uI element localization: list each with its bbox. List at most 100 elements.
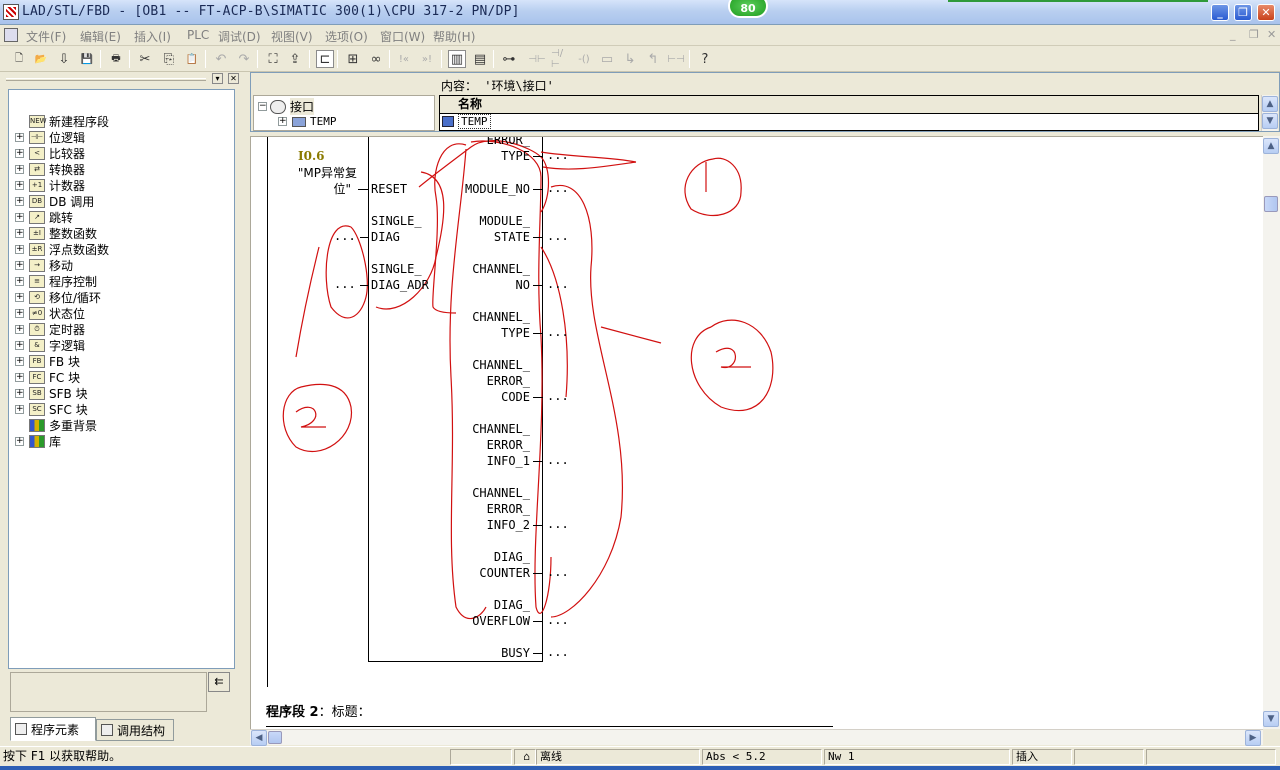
expand-icon[interactable]: + xyxy=(15,196,24,206)
interface-root-node[interactable]: − 接口 xyxy=(258,98,315,115)
editor-horizontal-scrollbar[interactable]: ◀ ▶ xyxy=(250,729,1263,746)
details-icon[interactable]: ▤ xyxy=(471,50,489,68)
output-parameter-placeholder[interactable]: ... xyxy=(547,229,569,243)
output-parameter-placeholder[interactable]: ... xyxy=(547,517,569,531)
expand-icon[interactable]: + xyxy=(15,260,24,270)
expand-icon[interactable]: + xyxy=(15,180,24,190)
expand-icon[interactable]: + xyxy=(278,117,287,126)
menu-help[interactable]: 帮助(H) xyxy=(433,28,475,45)
new-icon[interactable]: 🗋 xyxy=(10,50,28,68)
expand-icon[interactable]: + xyxy=(15,356,24,366)
menu-window[interactable]: 窗口(W) xyxy=(380,28,425,45)
tree-item-sfc-block[interactable]: + SC SFC 块 xyxy=(9,401,88,417)
accessible-nodes-icon[interactable]: ⛶ xyxy=(264,50,282,68)
copy-icon[interactable]: ⎘ xyxy=(160,50,178,68)
expand-icon[interactable]: + xyxy=(15,292,24,302)
menu-plc[interactable]: PLC xyxy=(187,28,209,42)
branch-close-icon[interactable]: ↰ xyxy=(644,50,662,68)
input-parameter-placeholder[interactable]: ... xyxy=(334,277,356,291)
panel-close-icon[interactable]: ✕ xyxy=(228,73,239,84)
tree-item-float-function[interactable]: + ±R 浮点数函数 xyxy=(9,241,109,257)
next-icon[interactable]: »! xyxy=(418,50,436,68)
tab-program-elements[interactable]: 程序元素 xyxy=(10,717,96,741)
prev-icon[interactable]: !« xyxy=(395,50,413,68)
expand-icon[interactable]: + xyxy=(15,324,24,334)
minimize-button[interactable]: _ xyxy=(1211,4,1229,21)
interface-row-temp[interactable]: TEMP xyxy=(440,114,1258,130)
tree-item-multi-instance[interactable]: ▥ 多重背景 xyxy=(9,417,97,433)
expand-icon[interactable]: + xyxy=(15,148,24,158)
menu-insert[interactable]: 插入(I) xyxy=(134,28,171,45)
panel-grip[interactable] xyxy=(6,78,206,81)
expand-icon[interactable]: + xyxy=(15,244,24,254)
expand-icon[interactable]: + xyxy=(15,132,24,142)
output-parameter-placeholder[interactable]: ... xyxy=(547,148,569,162)
empty-box-icon[interactable]: ▭ xyxy=(598,50,616,68)
collapse-icon[interactable]: − xyxy=(258,102,267,111)
save-icon[interactable]: 💾 xyxy=(78,50,96,68)
menu-edit[interactable]: 编辑(E) xyxy=(80,28,121,45)
expand-icon[interactable]: + xyxy=(15,212,24,222)
scroll-left-icon[interactable]: ◀ xyxy=(251,730,267,746)
scroll-right-icon[interactable]: ▶ xyxy=(1245,730,1261,746)
hscroll-thumb[interactable] xyxy=(268,731,282,744)
print-icon[interactable]: 🖶 xyxy=(107,50,125,68)
collapse-panel-button[interactable]: ⇇ xyxy=(208,672,230,692)
expand-icon[interactable]: + xyxy=(15,372,24,382)
document-menu-icon[interactable] xyxy=(4,28,18,42)
panel-dropdown-icon[interactable]: ▾ xyxy=(212,73,223,84)
tree-item-timer[interactable]: + ⏱ 定时器 xyxy=(9,321,85,337)
scroll-thumb[interactable] xyxy=(1264,196,1278,212)
network-icon[interactable]: ⊞ xyxy=(344,50,362,68)
mdi-minimize-button[interactable]: _ xyxy=(1230,28,1236,41)
output-parameter-placeholder[interactable]: ... xyxy=(547,613,569,627)
download-icon[interactable]: ⇩ xyxy=(55,50,73,68)
notification-badge[interactable]: 80 xyxy=(728,0,768,18)
tree-item-move[interactable]: + → 移动 xyxy=(9,257,73,273)
output-parameter-placeholder[interactable]: ... xyxy=(547,453,569,467)
tab-call-structure[interactable]: 调用结构 xyxy=(96,719,174,741)
expand-icon[interactable]: + xyxy=(15,388,24,398)
tree-item-integer-function[interactable]: + ±I 整数函数 xyxy=(9,225,97,241)
tree-item-word-logic[interactable]: + & 字逻辑 xyxy=(9,337,85,353)
tree-item-comparator[interactable]: + < 比较器 xyxy=(9,145,85,161)
expand-icon[interactable]: + xyxy=(15,404,24,414)
help-icon[interactable]: ? xyxy=(696,50,714,68)
editor-vertical-scrollbar[interactable]: ▲ ▼ xyxy=(1263,136,1280,729)
coil-icon[interactable]: -() xyxy=(575,50,593,68)
undo-icon[interactable]: ↶ xyxy=(212,50,230,68)
tree-item-status-bits[interactable]: + ≠0 状态位 xyxy=(9,305,85,321)
redo-icon[interactable]: ↷ xyxy=(235,50,253,68)
expand-icon[interactable]: + xyxy=(15,228,24,238)
menu-options[interactable]: 选项(O) xyxy=(325,28,368,45)
tree-item-bit-logic[interactable]: + ⊣⊢ 位逻辑 xyxy=(9,129,85,145)
expand-icon[interactable]: + xyxy=(15,308,24,318)
tree-item-program-control[interactable]: + ≡ 程序控制 xyxy=(9,273,97,289)
tree-item-fb-block[interactable]: + FB FB 块 xyxy=(9,353,80,369)
mdi-close-button[interactable]: ✕ xyxy=(1267,28,1276,41)
tree-item-shift-rotate[interactable]: + ⟲ 移位/循环 xyxy=(9,289,101,305)
menu-view[interactable]: 视图(V) xyxy=(271,28,313,45)
tree-item-fc-block[interactable]: + FC FC 块 xyxy=(9,369,80,385)
menu-debug[interactable]: 调试(D) xyxy=(218,28,261,45)
menu-file[interactable]: 文件(F) xyxy=(26,28,66,45)
tree-item-counter[interactable]: + +1 计数器 xyxy=(9,177,85,193)
network-ladder-icon[interactable]: ⊶ xyxy=(500,50,518,68)
network-2-header[interactable]: 程序段 2：标题： xyxy=(266,701,371,720)
output-parameter-placeholder[interactable]: ... xyxy=(547,325,569,339)
scroll-down-icon[interactable]: ▼ xyxy=(1262,113,1278,129)
overview-icon[interactable]: ▥ xyxy=(448,50,466,68)
open-icon[interactable]: 📂 xyxy=(32,50,50,68)
app-icon[interactable] xyxy=(3,4,19,20)
cut-icon[interactable]: ✂ xyxy=(136,50,154,68)
expand-icon[interactable]: + xyxy=(15,436,24,446)
tree-item-new-network[interactable]: NEW 新建程序段 xyxy=(9,113,109,129)
branch-open-icon[interactable]: ↳ xyxy=(621,50,639,68)
restore-button[interactable]: ❐ xyxy=(1234,4,1252,21)
scroll-down-icon[interactable]: ▼ xyxy=(1263,711,1279,727)
output-parameter-placeholder[interactable]: ... xyxy=(547,277,569,291)
tree-item-db-call[interactable]: + DB DB 调用 xyxy=(9,193,94,209)
name-column-header[interactable]: 名称 xyxy=(440,96,1258,114)
paste-icon[interactable]: 📋 xyxy=(183,50,201,68)
expand-icon[interactable]: + xyxy=(15,340,24,350)
